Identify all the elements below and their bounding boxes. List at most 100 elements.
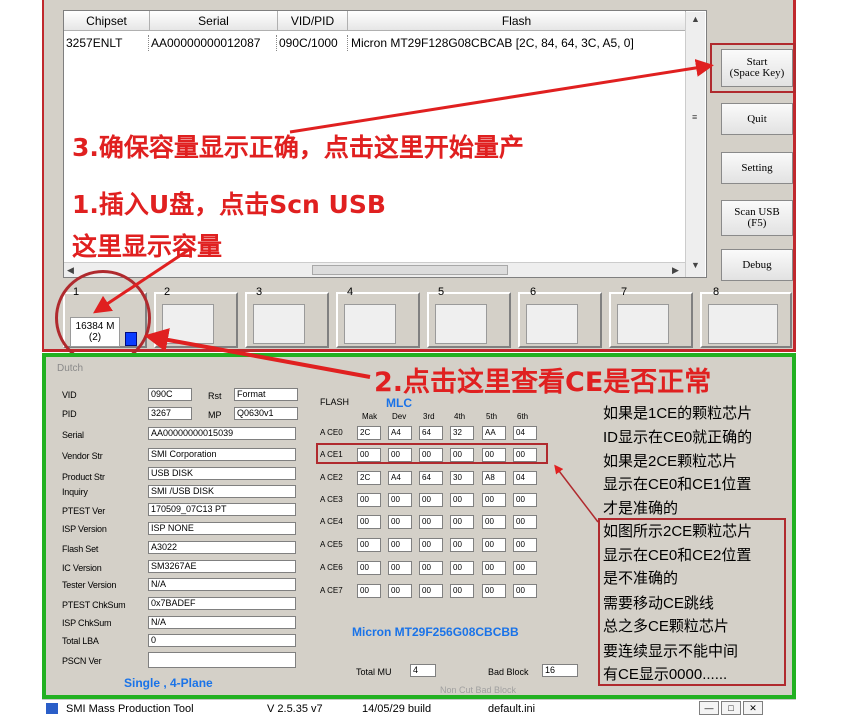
- ce-row-label: A CE0: [320, 428, 343, 437]
- column-divider: [148, 35, 149, 51]
- port-slot-2[interactable]: [154, 292, 238, 348]
- ce-cell: 00: [357, 493, 381, 507]
- ce-cell: 00: [419, 561, 443, 575]
- ce-row-label: A CE2: [320, 473, 343, 482]
- status-version: V 2.5.35 v7: [267, 703, 323, 715]
- ce-cell: 00: [513, 515, 537, 529]
- status-bar: SMI Mass Production Tool V 2.5.35 v7 14/…: [42, 699, 796, 717]
- scan-usb-button[interactable]: Scan USB (F5): [721, 200, 793, 236]
- scan-usb-hint: (F5): [747, 217, 767, 229]
- field-vid: 090C: [148, 388, 192, 401]
- note-line: 显示在CE0和CE2位置: [603, 547, 752, 564]
- setting-button[interactable]: Setting: [721, 152, 793, 184]
- scroll-up-icon[interactable]: ▲: [691, 14, 700, 24]
- ce-cell: 00: [482, 538, 506, 552]
- col-mak: Mak: [362, 412, 378, 421]
- port1-highlight-circle: [55, 270, 151, 366]
- ce-cell: 00: [357, 584, 381, 598]
- cell-serial: AA00000000012087: [151, 36, 261, 50]
- col-header-vidpid[interactable]: VID/PID: [278, 11, 348, 31]
- label-pid: PID: [62, 409, 77, 419]
- status-build: 14/05/29 build: [362, 703, 432, 715]
- note-line: 如图所示2CE颗粒芯片: [603, 523, 753, 540]
- col-dev: Dev: [392, 412, 407, 421]
- field-vendor: SMI Corporation: [148, 448, 296, 461]
- scroll-thumb[interactable]: [312, 265, 508, 275]
- ce-cell: 00: [419, 493, 443, 507]
- column-divider: [347, 35, 348, 51]
- scroll-grip-icon: ≡: [692, 112, 698, 122]
- cell-vidpid: 090C/1000: [279, 36, 338, 50]
- port-display: [162, 304, 214, 344]
- note-line: 如果是1CE的颗粒芯片: [603, 405, 753, 422]
- field-serial: AA00000000015039: [148, 427, 296, 440]
- note-line: 显示在CE0和CE1位置: [603, 476, 752, 493]
- note-line: 是不准确的: [603, 570, 679, 587]
- port-slot-4[interactable]: [336, 292, 420, 348]
- port-display: [344, 304, 396, 344]
- label-pscn-ver: PSCN Ver: [62, 656, 102, 666]
- bad-block-label: Bad Block: [488, 667, 529, 677]
- close-icon[interactable]: ✕: [743, 701, 763, 715]
- maximize-icon[interactable]: □: [721, 701, 741, 715]
- total-mu-field: 4: [410, 664, 436, 677]
- ce-row-label: A CE5: [320, 540, 343, 549]
- screenshot-stage: Chipset Serial VID/PID Flash 3257ENLT AA…: [0, 0, 854, 717]
- total-mu-label: Total MU: [356, 667, 392, 677]
- label-product: Product Str: [62, 472, 105, 482]
- ce-cell: 00: [482, 493, 506, 507]
- field-pscn-ver: [148, 652, 296, 668]
- port-slot-8[interactable]: [700, 292, 792, 348]
- port-display: [708, 304, 778, 344]
- horizontal-scrollbar[interactable]: ◀ ▶: [64, 262, 685, 277]
- scroll-right-icon[interactable]: ▶: [672, 265, 679, 276]
- field-tester-version: N/A: [148, 578, 296, 591]
- label-mp: MP: [208, 410, 222, 420]
- col-header-chipset[interactable]: Chipset: [64, 11, 150, 31]
- note-line: 需要移动CE跳线: [603, 595, 714, 612]
- ce-cell: 00: [419, 584, 443, 598]
- ce-row-label: A CE7: [320, 586, 343, 595]
- vertical-scrollbar[interactable]: ▲ ≡ ▼: [685, 12, 705, 277]
- label-isp-version: ISP Version: [62, 524, 107, 534]
- ce-cell: 00: [450, 493, 474, 507]
- col-header-flash[interactable]: Flash: [348, 11, 686, 31]
- col-header-serial[interactable]: Serial: [150, 11, 278, 31]
- col-4th: 4th: [454, 412, 466, 421]
- port-slot-6[interactable]: [518, 292, 602, 348]
- flash-label: FLASH: [320, 397, 350, 407]
- scroll-down-icon[interactable]: ▼: [691, 260, 700, 270]
- ce-row-label: A CE3: [320, 495, 343, 504]
- port-display: [253, 304, 305, 344]
- field-ptest-ver: 170509_07C13 PT: [148, 503, 296, 516]
- port-number: 5: [438, 286, 445, 298]
- field-pid: 3267: [148, 407, 192, 420]
- label-isp-chksum: ISP ChkSum: [62, 618, 112, 628]
- note-line: ID显示在CE0就正确的: [603, 429, 753, 446]
- ce-cell: 00: [513, 561, 537, 575]
- ce-cell: 00: [357, 515, 381, 529]
- column-divider: [276, 35, 277, 51]
- ce-cell: 00: [450, 515, 474, 529]
- port-slot-3[interactable]: [245, 292, 329, 348]
- scroll-left-icon[interactable]: ◀: [67, 265, 74, 276]
- field-ptest-chksum: 0x7BADEF: [148, 597, 296, 610]
- port-display: [435, 304, 487, 344]
- debug-button[interactable]: Debug: [721, 249, 793, 281]
- quit-button[interactable]: Quit: [721, 103, 793, 135]
- minimize-icon[interactable]: —: [699, 701, 719, 715]
- label-ic-version: IC Version: [62, 563, 102, 573]
- label-ptest-ver: PTEST Ver: [62, 506, 106, 516]
- ce-cell: 00: [419, 538, 443, 552]
- label-serial: Serial: [62, 430, 84, 440]
- field-product: USB DISK: [148, 467, 296, 480]
- annotation-step1-capacity: 这里显示容量: [72, 232, 223, 261]
- ce-cell: 00: [482, 515, 506, 529]
- bad-block-field: 16: [542, 664, 578, 677]
- port-number: 8: [713, 286, 720, 298]
- ce-cell: 00: [388, 584, 412, 598]
- ce-cell: 00: [450, 584, 474, 598]
- port-slot-5[interactable]: [427, 292, 511, 348]
- port-slot-7[interactable]: [609, 292, 693, 348]
- ce-cell: A4: [388, 471, 412, 485]
